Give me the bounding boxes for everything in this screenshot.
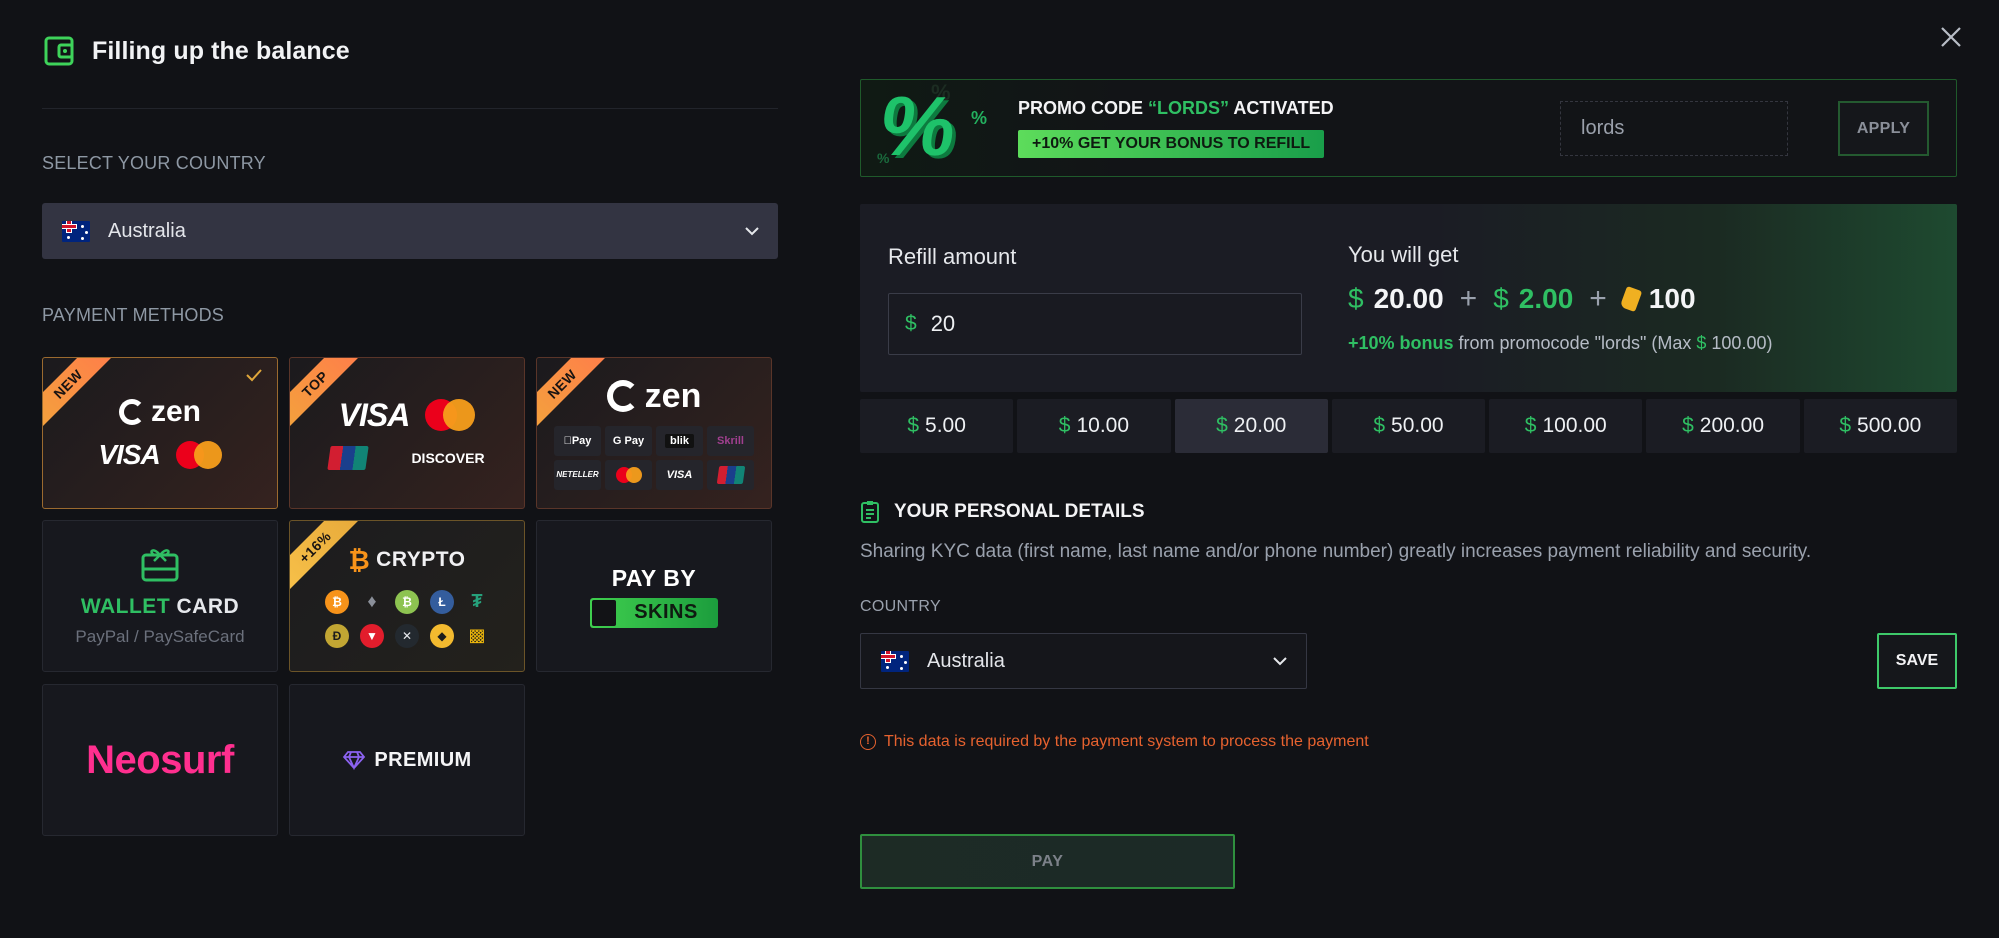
header-divider (42, 108, 778, 109)
refill-amount-input[interactable] (930, 311, 1271, 337)
clipboard-icon (861, 501, 879, 523)
personal-country-select[interactable]: Australia (860, 633, 1307, 689)
apply-button[interactable]: APPLY (1838, 101, 1929, 156)
required-warning: ! This data is required by the payment s… (860, 733, 1369, 751)
amount-option-selected[interactable]: $20.00 (1174, 399, 1328, 453)
neosurf-logo: Neosurf (86, 737, 234, 782)
gun-icon (592, 599, 616, 626)
google-pay-logo: G Pay (605, 425, 652, 456)
refill-amount-field[interactable]: $ (888, 293, 1302, 355)
amount-option[interactable]: $5.00 (860, 399, 1014, 453)
mastercard-logo (425, 399, 476, 431)
base-amount: 20.00 (1373, 283, 1444, 314)
refill-panel: Refill amount $ You will get $20.00 + $2… (860, 204, 1957, 392)
warning-text: This data is required by the payment sys… (884, 733, 1369, 750)
chevron-down-icon (745, 227, 759, 236)
diamond-icon (343, 751, 366, 770)
bitcoin-icon: ₿ (348, 544, 371, 575)
amount-option[interactable]: $50.00 (1331, 399, 1486, 453)
refill-amount-label: Refill amount (888, 244, 1017, 269)
wallet-card-subtitle: PayPal / PaySafeCard (75, 627, 245, 646)
pay-by-label: PAY BY (611, 564, 697, 591)
payment-methods-label: PAYMENT METHODS (42, 305, 225, 325)
unionpay-logo (707, 459, 754, 490)
usdt-icon: ₮ (471, 591, 483, 611)
check-icon (246, 369, 262, 382)
blik-logo: blik (656, 425, 703, 456)
visa-logo: VISA (338, 396, 411, 433)
coin-amount: 100 (1648, 283, 1696, 314)
mastercard-logo (605, 459, 652, 490)
eth-icon: ♦ (367, 591, 377, 611)
unionpay-logo (327, 445, 370, 470)
crypto-title: ₿ CRYPTO (348, 544, 466, 575)
quick-amounts: $5.00 $10.00 $20.00 $50.00 $100.00 $200.… (860, 399, 1957, 453)
gift-card-icon (141, 549, 179, 582)
payment-method-zen-cards[interactable]: NEW zen VISA (42, 357, 278, 509)
zen-logo: zen (606, 377, 701, 416)
country-select[interactable]: Australia (42, 203, 778, 259)
close-icon[interactable] (1940, 26, 1962, 48)
save-button[interactable]: SAVE (1877, 633, 1957, 689)
payment-method-cards[interactable]: TOP VISA DISCOVER (289, 357, 525, 509)
premium-logo: PREMIUM (342, 749, 471, 772)
personal-country-value: Australia (927, 649, 1005, 672)
new-badge: NEW (537, 358, 610, 432)
coin-tag-icon (1619, 285, 1643, 313)
payment-method-zen-wallets[interactable]: NEW zen  Pay G Pay blik Skrill NETELLER… (536, 357, 772, 509)
payment-method-crypto[interactable]: +16% ₿ CRYPTO ₿ ♦ ₿ Ł ₮ Ð ▼ ✕ ◆ ▩ (289, 520, 525, 672)
wallet-icon (44, 36, 74, 66)
payment-method-neosurf[interactable]: Neosurf (42, 684, 278, 836)
personal-details-description: Sharing KYC data (first name, last name … (860, 541, 1812, 562)
warning-icon: ! (860, 734, 876, 750)
amount-option[interactable]: $100.00 (1489, 399, 1643, 453)
bnb-icon: ◆ (430, 623, 454, 648)
country-select-value: Australia (108, 219, 186, 242)
mastercard-logo (175, 441, 222, 469)
bonus-amount: 2.00 (1518, 283, 1574, 314)
promo-bonus-badge: +10% GET YOUR BONUS TO REFILL (1018, 130, 1325, 158)
payment-method-premium[interactable]: PREMIUM (289, 684, 525, 836)
busd-icon: ▩ (468, 625, 486, 645)
crypto-coin-list: ₿ ♦ ₿ Ł ₮ Ð ▼ ✕ ◆ ▩ (325, 589, 489, 648)
skins-logo: SKINS (590, 597, 718, 628)
visa-logo: VISA (98, 439, 160, 470)
bch-icon: ₿ (395, 589, 419, 614)
payment-method-skins[interactable]: PAY BY SKINS (536, 520, 772, 672)
promo-banner: % % % % PROMO CODE “LORDS” ACTIVATED +10… (860, 79, 1957, 177)
new-badge: NEW (43, 358, 116, 432)
skrill-logo: Skrill (707, 425, 754, 456)
apple-pay-logo:  Pay (554, 425, 601, 456)
country-label: COUNTRY (860, 598, 941, 615)
modal-header: Filling up the balance (44, 36, 350, 66)
neteller-logo: NETELLER (554, 459, 601, 490)
payment-method-wallet-card[interactable]: WALLET CARD PayPal / PaySafeCard (42, 520, 278, 672)
wallet-card-title: WALLET CARD (80, 595, 240, 618)
trx-icon: ▼ (360, 623, 384, 648)
visa-logo: VISA (656, 459, 703, 490)
bonus-description: +10% bonus from promocode "lords" (Max $… (1348, 333, 1773, 353)
xrp-icon: ✕ (395, 623, 419, 648)
modal-title: Filling up the balance (92, 36, 350, 65)
discover-logo: DISCOVER (411, 449, 485, 466)
promo-title: PROMO CODE “LORDS” ACTIVATED (1018, 98, 1334, 118)
you-will-get-label: You will get (1348, 242, 1459, 267)
pay-button[interactable]: PAY (860, 834, 1235, 889)
amount-option[interactable]: $500.00 (1803, 399, 1957, 453)
zen-logo: zen (118, 395, 201, 429)
australia-flag-icon (62, 220, 90, 242)
personal-details-title: YOUR PERSONAL DETAILS (894, 501, 1145, 522)
amount-option[interactable]: $10.00 (1017, 399, 1171, 453)
promo-code-input[interactable] (1560, 101, 1788, 156)
dollar-icon: $ (905, 312, 917, 335)
btc-icon: ₿ (325, 589, 349, 614)
doge-icon: Ð (325, 623, 349, 648)
australia-flag-icon (881, 650, 909, 672)
chevron-down-icon (1273, 657, 1287, 666)
you-will-get-values: $20.00 + $2.00 + 100 (1348, 282, 1696, 315)
select-country-label: SELECT YOUR COUNTRY (42, 153, 266, 173)
personal-details-header: YOUR PERSONAL DETAILS (860, 500, 1145, 524)
amount-option[interactable]: $200.00 (1646, 399, 1800, 453)
ltc-icon: Ł (430, 589, 454, 614)
